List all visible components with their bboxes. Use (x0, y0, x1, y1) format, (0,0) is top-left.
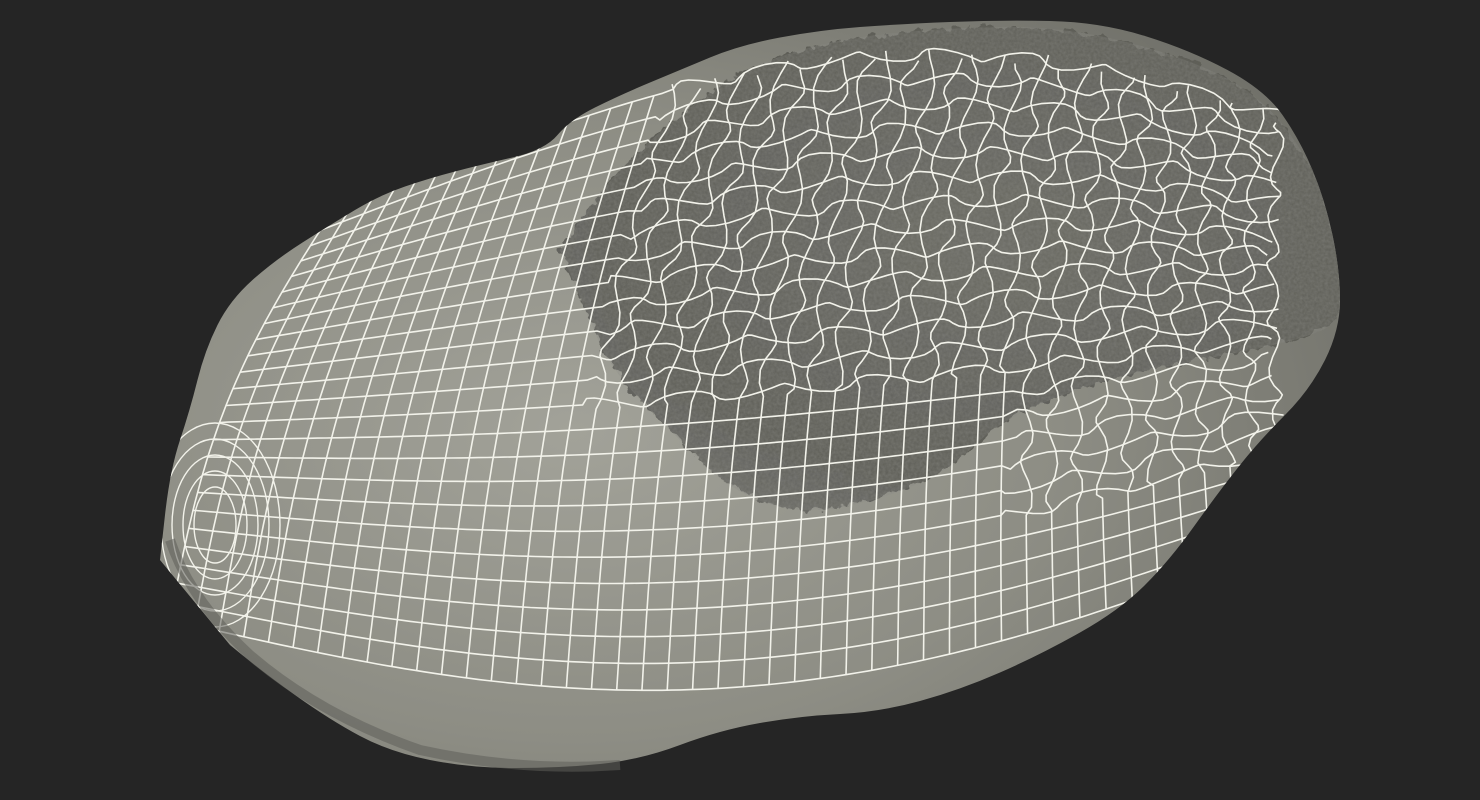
scanned-object-model[interactable] (150, 20, 1343, 772)
viewport-canvas[interactable] (0, 0, 1480, 800)
3d-viewport[interactable] (0, 0, 1480, 800)
